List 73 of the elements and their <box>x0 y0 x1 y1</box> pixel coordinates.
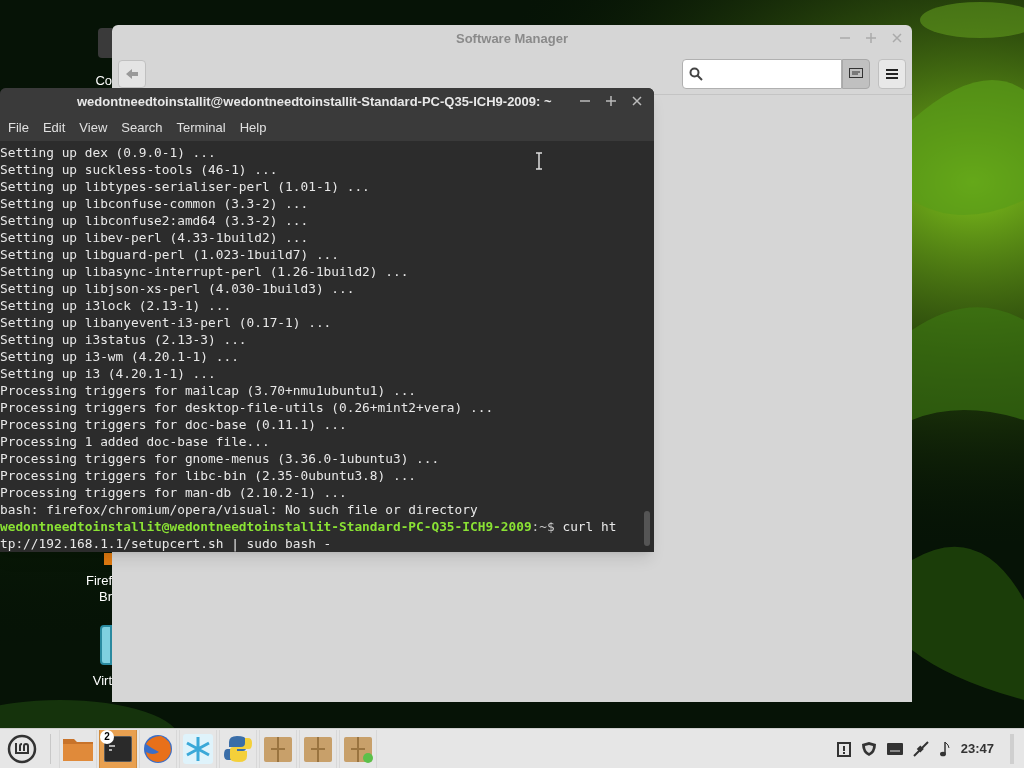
terminal-line: Processing triggers for mailcap (3.70+nmu1ubuntu1) ... <box>0 382 417 399</box>
taskbar-app[interactable] <box>259 729 297 768</box>
window-title: Software Manager <box>456 30 568 49</box>
keyboard-icon[interactable] <box>886 742 903 755</box>
snowflake-icon <box>183 733 213 764</box>
terminal-line: Setting up dex (0.9.0-1) ... <box>0 144 216 161</box>
terminal-line: Setting up libasync-interrupt-perl (1.26-1build2) ... <box>0 263 409 280</box>
menu-button[interactable] <box>878 58 906 89</box>
terminal-line: Setting up i3lock (2.13-1) ... <box>0 297 232 314</box>
plug-icon[interactable] <box>912 740 929 757</box>
menu-item[interactable]: Edit <box>36 118 72 138</box>
terminal-line: Setting up libtypes-serialiser-perl (1.01-1) ... <box>0 178 370 195</box>
icon-label: Firef <box>86 573 112 589</box>
terminal-line: Processing triggers for doc-base (0.11.1) ... <box>0 416 347 433</box>
box-icon[interactable] <box>100 625 112 665</box>
terminal-line: Setting up i3-wm (4.20.1-1) ... <box>0 348 239 365</box>
prompt-path: :~$ <box>531 518 555 535</box>
package-icon <box>303 734 333 763</box>
terminal-line: Processing 1 added doc-base file... <box>0 433 270 450</box>
terminal-line: Setting up libjson-xs-perl (4.030-1build3) ... <box>0 280 355 297</box>
clipboard-icon[interactable] <box>836 740 851 757</box>
icon-label: Br <box>99 589 112 605</box>
window-count-badge: 2 <box>100 729 114 744</box>
clock[interactable]: 23:47 <box>960 738 994 759</box>
scrollbar[interactable] <box>644 511 650 546</box>
taskbar-app[interactable] <box>299 729 337 768</box>
package-icon <box>263 734 293 763</box>
list-icon <box>849 67 863 80</box>
window-title: wedontneedtoinstallit@wedontneedtoinstallit-Standard-PC-Q35-ICH9-2009: ~ <box>77 93 552 111</box>
close-icon[interactable] <box>632 96 642 106</box>
terminal-line: Processing triggers for gnome-menus (3.36.0-1ubuntu3) ... <box>0 450 440 467</box>
terminal-line: bash: firefox/chromium/opera/visual: No such file or directory <box>0 501 478 518</box>
shield-icon[interactable] <box>860 740 877 757</box>
terminal-line: Setting up libev-perl (4.33-1build2) ... <box>0 229 309 246</box>
command-text: curl ht <box>561 518 617 535</box>
music-note-icon[interactable] <box>938 740 951 757</box>
menu-item[interactable]: View <box>73 118 114 138</box>
icon-label: Co <box>95 73 112 89</box>
terminal-line: Setting up libguard-perl (1.023-1build7) ... <box>0 246 339 263</box>
menu-item[interactable]: Help <box>233 118 273 138</box>
menu-icon <box>886 68 898 79</box>
terminal-line: Processing triggers for man-db (2.10.2-1) ... <box>0 484 347 501</box>
snakes-icon <box>223 733 253 764</box>
search-field[interactable] <box>682 58 842 89</box>
terminal-line: Setting up libconfuse2:amd64 (3.3-2) ... <box>0 212 309 229</box>
search-icon <box>689 66 703 81</box>
menu-item[interactable]: File <box>2 118 35 138</box>
taskbar-app[interactable] <box>219 729 257 768</box>
maximize-icon[interactable] <box>606 96 616 106</box>
menu-item[interactable]: Terminal <box>170 118 232 138</box>
icon-label: Virt <box>92 673 112 689</box>
terminal-line: tp://192.168.1.1/setupcert.sh | sudo bash - <box>0 535 332 552</box>
terminal-line: Processing triggers for libc-bin (2.35-0ubuntu3.8) ... <box>0 467 417 484</box>
taskbar-app[interactable] <box>139 729 177 768</box>
terminal-line: Setting up i3status (2.13-3) ... <box>0 331 247 348</box>
terminal-line: Processing triggers for desktop-file-utils (0.26+mint2+vera) ... <box>0 399 494 416</box>
taskbar-app[interactable]: 2 <box>99 729 137 768</box>
globe-icon <box>143 733 173 764</box>
back-button[interactable] <box>118 59 146 88</box>
terminal-line: Setting up libanyevent-i3-perl (0.17-1) ... <box>0 314 332 331</box>
terminal-line: Setting up libconfuse-common (3.3-2) ... <box>0 195 309 212</box>
back-arrow-icon <box>126 68 138 79</box>
mint-logo-icon <box>7 733 37 764</box>
taskbar-app[interactable] <box>179 729 217 768</box>
terminal-line: Setting up suckless-tools (46-1) ... <box>0 161 278 178</box>
prompt-user-host: wedontneedtoinstallit@wedontneedtoinstallit-Standard-PC-Q35-ICH9-2009 <box>0 518 532 535</box>
taskbar-app[interactable] <box>59 729 97 768</box>
package-update-icon <box>343 734 373 763</box>
text-cursor-icon <box>535 152 543 170</box>
menu-item[interactable]: Search <box>115 118 169 138</box>
taskbar-app[interactable] <box>339 729 377 768</box>
search-options-button[interactable] <box>842 58 870 89</box>
terminal-line: Setting up i3 (4.20.1-1) ... <box>0 365 216 382</box>
